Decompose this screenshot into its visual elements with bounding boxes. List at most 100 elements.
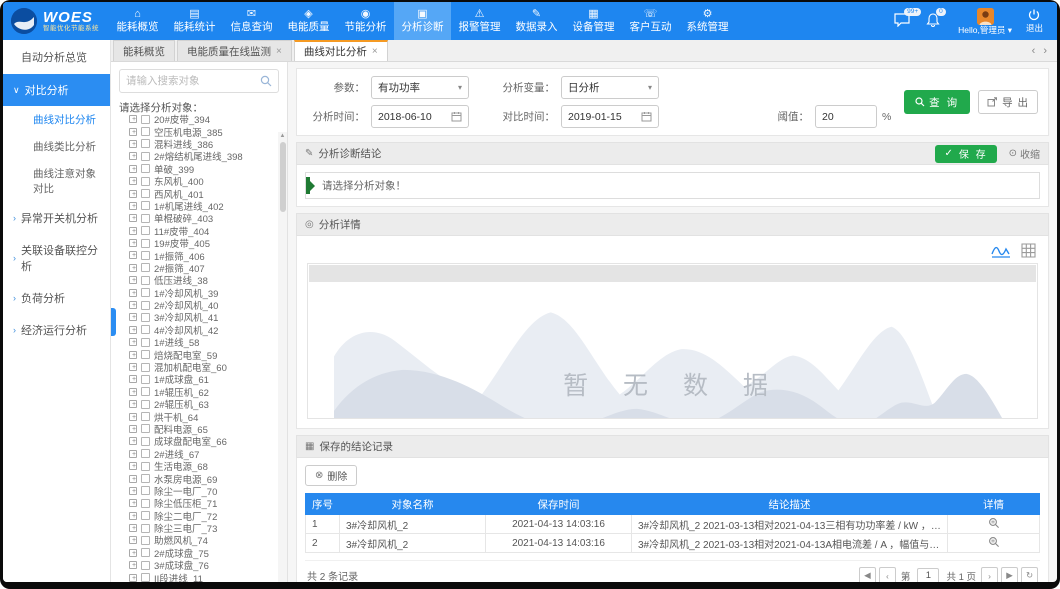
tree-item[interactable]: 2#辊压机_63 bbox=[119, 398, 279, 410]
variable-select[interactable]: 日分析 ▾ bbox=[561, 76, 659, 99]
search-input[interactable] bbox=[126, 75, 256, 87]
tree-item[interactable]: 单破_399 bbox=[119, 163, 279, 175]
tree-item-checkbox[interactable] bbox=[141, 400, 150, 409]
tree-expand-icon[interactable] bbox=[129, 152, 137, 160]
tree-expand-icon[interactable] bbox=[129, 264, 137, 272]
tree-item-checkbox[interactable] bbox=[141, 214, 150, 223]
tree-item-checkbox[interactable] bbox=[141, 152, 150, 161]
threshold-input[interactable] bbox=[815, 105, 877, 128]
line-chart-view-button[interactable] bbox=[991, 243, 1011, 258]
table-view-button[interactable] bbox=[1021, 243, 1036, 258]
tree-item-checkbox[interactable] bbox=[141, 313, 150, 322]
tree-expand-icon[interactable] bbox=[129, 326, 137, 334]
save-button[interactable]: ✓ 保 存 bbox=[935, 145, 996, 163]
top-nav-item[interactable]: ✎ 数据录入 bbox=[508, 2, 565, 40]
tree-item[interactable]: 4#冷却风机_42 bbox=[119, 324, 279, 336]
collapse-button[interactable]: ⊙ 收缩 bbox=[1009, 146, 1040, 161]
tree-item[interactable]: 1#机尾进线_402 bbox=[119, 200, 279, 212]
top-nav-item[interactable]: ⌂ 能耗概览 bbox=[109, 2, 166, 40]
tree-item-checkbox[interactable] bbox=[141, 201, 150, 210]
tree-item[interactable]: 除尘一电厂_70 bbox=[119, 485, 279, 497]
tree-scrollbar[interactable]: ▲ bbox=[278, 132, 287, 582]
tree-expand-icon[interactable] bbox=[129, 227, 137, 235]
tree-item-checkbox[interactable] bbox=[141, 164, 150, 173]
tree-expand-icon[interactable] bbox=[129, 561, 137, 569]
param-select[interactable]: 有功功率 ▾ bbox=[371, 76, 469, 99]
tree-item-checkbox[interactable] bbox=[141, 338, 150, 347]
scrollbar-thumb[interactable] bbox=[280, 142, 286, 212]
tree-expand-icon[interactable] bbox=[129, 202, 137, 210]
tree-expand-icon[interactable] bbox=[129, 128, 137, 136]
pager-last-button[interactable]: ▶ bbox=[1001, 567, 1018, 582]
tree-item-checkbox[interactable] bbox=[141, 127, 150, 136]
tree-expand-icon[interactable] bbox=[129, 462, 137, 470]
tree-item[interactable]: 生活电源_68 bbox=[119, 460, 279, 472]
tree-item-checkbox[interactable] bbox=[141, 511, 150, 520]
top-nav-item[interactable]: ✉ 信息查询 bbox=[223, 2, 280, 40]
sidebar-item-curve-analogy[interactable]: 曲线类比分析 bbox=[3, 133, 110, 160]
tree-item[interactable]: 1#成球盘_61 bbox=[119, 373, 279, 385]
tree-item[interactable]: 烘干机_64 bbox=[119, 410, 279, 422]
tree-item-checkbox[interactable] bbox=[141, 301, 150, 310]
sidebar-group-abnormal-switch[interactable]: › 异常开关机分析 bbox=[3, 202, 110, 234]
tabs-scroll-left-icon[interactable]: ‹ bbox=[1032, 45, 1036, 57]
tree-expand-icon[interactable] bbox=[129, 190, 137, 198]
tree-item-checkbox[interactable] bbox=[141, 449, 150, 458]
tree-expand-icon[interactable] bbox=[129, 289, 137, 297]
tree-item[interactable]: 1#辊压机_62 bbox=[119, 386, 279, 398]
tree-item-checkbox[interactable] bbox=[141, 177, 150, 186]
export-button[interactable]: 导 出 bbox=[978, 90, 1038, 114]
tree-item[interactable]: 2#成球盘_75 bbox=[119, 547, 279, 559]
tree-expand-icon[interactable] bbox=[129, 375, 137, 383]
tree-item[interactable]: 2#熔结机尾进线_398 bbox=[119, 150, 279, 162]
sidebar-group-compare-analysis[interactable]: ∨ 对比分析 bbox=[3, 74, 110, 106]
tree-expand-icon[interactable] bbox=[129, 475, 137, 483]
tree-item-checkbox[interactable] bbox=[141, 375, 150, 384]
tree-item[interactable]: 焙烧配电室_59 bbox=[119, 348, 279, 360]
tree-item[interactable]: 混料进线_386 bbox=[119, 138, 279, 150]
tree-item-checkbox[interactable] bbox=[141, 226, 150, 235]
tree-item[interactable]: 混加机配电室_60 bbox=[119, 361, 279, 373]
tree-expand-icon[interactable] bbox=[129, 574, 137, 582]
tree-expand-icon[interactable] bbox=[129, 437, 137, 445]
tree-expand-icon[interactable] bbox=[129, 140, 137, 148]
tree-expand-icon[interactable] bbox=[129, 512, 137, 520]
tree-item[interactable]: 助燃风机_74 bbox=[119, 534, 279, 546]
tree-item[interactable]: 1#振筛_406 bbox=[119, 249, 279, 261]
tree-expand-icon[interactable] bbox=[129, 351, 137, 359]
tree-item-checkbox[interactable] bbox=[141, 363, 150, 372]
tab-close-icon[interactable]: × bbox=[372, 46, 378, 57]
tree-expand-icon[interactable] bbox=[129, 499, 137, 507]
tab[interactable]: 曲线对比分析 × bbox=[294, 40, 388, 61]
tree-item-checkbox[interactable] bbox=[141, 412, 150, 421]
scroll-up-icon[interactable]: ▲ bbox=[278, 132, 287, 141]
tree-expand-icon[interactable] bbox=[129, 400, 137, 408]
tree-item-checkbox[interactable] bbox=[141, 350, 150, 359]
tree-item-checkbox[interactable] bbox=[141, 548, 150, 557]
tree-item-checkbox[interactable] bbox=[141, 387, 150, 396]
messages-button[interactable]: 99+ bbox=[894, 13, 912, 29]
tree-item-checkbox[interactable] bbox=[141, 251, 150, 260]
tree-expand-icon[interactable] bbox=[129, 276, 137, 284]
tree-item-checkbox[interactable] bbox=[141, 536, 150, 545]
tree-item[interactable]: 除尘三电厂_73 bbox=[119, 522, 279, 534]
tabs-scroll-right-icon[interactable]: › bbox=[1043, 45, 1047, 57]
sidebar-group-linked-device[interactable]: › 关联设备联控分析 bbox=[3, 234, 110, 282]
sidebar-group-economic-analysis[interactable]: › 经济运行分析 bbox=[3, 314, 110, 346]
tree-expand-icon[interactable] bbox=[129, 363, 137, 371]
tab-close-icon[interactable]: × bbox=[276, 46, 282, 57]
tree-item-checkbox[interactable] bbox=[141, 437, 150, 446]
top-nav-item[interactable]: ⚠ 报警管理 bbox=[451, 2, 508, 40]
top-nav-item[interactable]: ☏ 客户互动 bbox=[622, 2, 679, 40]
tree-item-checkbox[interactable] bbox=[141, 499, 150, 508]
notifications-button[interactable]: 0 bbox=[926, 13, 944, 29]
tree-item[interactable]: 除尘二电厂_72 bbox=[119, 510, 279, 522]
tree-item[interactable]: 2#振筛_407 bbox=[119, 262, 279, 274]
tree-expand-icon[interactable] bbox=[129, 549, 137, 557]
tab[interactable]: 电能质量在线监测 × bbox=[177, 40, 292, 61]
delete-button[interactable]: ⊗ 删除 bbox=[305, 465, 357, 486]
tree-expand-icon[interactable] bbox=[129, 388, 137, 396]
tree-expand-icon[interactable] bbox=[129, 425, 137, 433]
tree-expand-icon[interactable] bbox=[129, 536, 137, 544]
pager-prev-button[interactable]: ‹ bbox=[879, 567, 896, 582]
